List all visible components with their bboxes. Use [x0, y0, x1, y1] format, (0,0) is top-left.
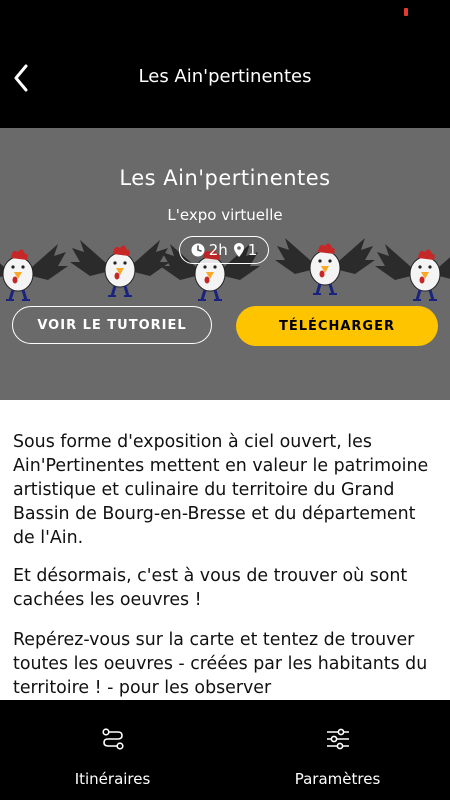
locations-info: 1 — [233, 241, 258, 259]
description-paragraph: Sous forme d'exposition à ciel ouvert, l… — [13, 432, 429, 548]
status-bar — [0, 0, 450, 30]
nav-settings-label: Paramètres — [294, 770, 381, 788]
tutorial-button[interactable]: VOIR LE TUTORIEL — [12, 306, 212, 344]
notification-indicator — [404, 8, 408, 16]
duration-info: 2h — [191, 241, 228, 259]
route-icon — [101, 728, 124, 750]
info-pill: 2h 1 — [179, 236, 269, 264]
map-pin-icon — [233, 243, 244, 257]
duration-value: 2h — [208, 241, 228, 259]
page-title: Les Ain'pertinentes — [138, 66, 312, 87]
bottom-navigation: Itinéraires Paramètres — [0, 700, 450, 800]
locations-count: 1 — [247, 241, 258, 259]
hero-banner: Les Ain'pertinentes L'expo virtuelle 2h … — [0, 128, 450, 400]
hero-subtitle: L'expo virtuelle — [167, 206, 283, 224]
hero-title: Les Ain'pertinentes — [119, 166, 331, 190]
nav-settings[interactable]: Paramètres — [225, 700, 450, 800]
nav-itineraries[interactable]: Itinéraires — [0, 700, 225, 800]
chicken-illustrations — [0, 236, 450, 302]
description-section: Sous forme d'exposition à ciel ouvert, l… — [0, 400, 450, 700]
sliders-icon — [326, 728, 349, 750]
download-button[interactable]: TÉLÉCHARGER — [236, 306, 438, 346]
nav-itineraries-label: Itinéraires — [74, 770, 151, 788]
description-paragraph: Et désormais, c'est à vous de trouver où… — [13, 566, 408, 610]
clock-icon — [191, 243, 205, 257]
app-header: Les Ain'pertinentes — [0, 30, 450, 128]
description-paragraph: Repérez-vous sur la carte et tentez de t… — [13, 630, 428, 698]
